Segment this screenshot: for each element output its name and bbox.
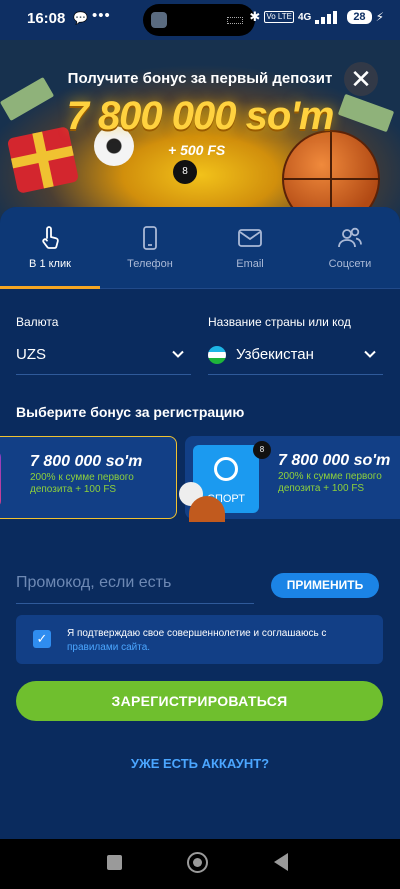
signal-icon (315, 10, 343, 24)
currency-value: UZS (16, 346, 46, 363)
site-rules-link[interactable]: правилами сайта. (67, 642, 150, 653)
tab-social[interactable]: Соцсети (300, 207, 400, 288)
screen: 16:08 💬 ••• ✱ Vo LTE 4G 28 ⚡ 8 Получите … (0, 0, 400, 889)
currency-label: Валюта (16, 315, 59, 329)
battery-level: 28 (347, 10, 372, 24)
system-nav-bar (0, 839, 400, 889)
checkmark-icon: ✓ (36, 631, 48, 646)
banner-free-spins: + 500 FS (168, 142, 226, 158)
bonus-description: 200% к сумме первого депозита + 100 FS (30, 472, 134, 495)
country-select[interactable]: Узбекистан (208, 335, 383, 375)
bonus-amount: 7 800 000 so'm (278, 452, 391, 469)
status-indicators: ✱ Vo LTE 4G 28 ⚡ (249, 9, 384, 25)
agreement-box: ✓ Я подтверждаю свое совершеннолетие и с… (16, 615, 383, 664)
status-time: 16:08 (27, 10, 66, 27)
tab-label: Телефон (127, 258, 173, 270)
banner-amount: 7 800 000 so'm (66, 94, 335, 138)
status-bar: 16:08 💬 ••• ✱ Vo LTE 4G 28 ⚡ (0, 0, 400, 40)
users-icon (338, 227, 362, 248)
bonus-title: Выберите бонус за регистрацию (16, 404, 245, 420)
tab-email[interactable]: Email (200, 207, 300, 288)
app-thumbnail-icon (151, 12, 167, 28)
uzbekistan-flag-icon (208, 345, 226, 364)
promo-placeholder: Промокод, если есть (16, 574, 172, 591)
tap-icon (42, 226, 59, 249)
billiard-ball-image: 8 (173, 160, 197, 184)
tab-phone[interactable]: Телефон (100, 207, 200, 288)
currency-select[interactable]: UZS (16, 335, 191, 375)
country-label: Название страны или код (208, 315, 351, 329)
close-button[interactable]: ✕ (344, 62, 378, 96)
bonus-card-sport[interactable]: СПОРТ 8 7 800 000 so'm 200% к сумме перв… (179, 436, 400, 522)
bonus-description: 200% к сумме первого депозита + 100 FS (278, 471, 382, 494)
audio-bars-icon (227, 17, 243, 24)
registration-panel: В 1 клик Телефон Email Соцсети Валюта UZ… (0, 207, 400, 839)
tab-label: Соцсети (328, 258, 372, 270)
tab-one-click[interactable]: В 1 клик (0, 207, 100, 289)
agreement-text: Я подтверждаю свое совершеннолетие и сог… (67, 627, 373, 655)
tab-label: В 1 клик (29, 258, 71, 270)
register-button[interactable]: ЗАРЕГИСТРИРОВАТЬСЯ (16, 681, 383, 721)
back-icon[interactable] (274, 853, 288, 871)
registration-tabs: В 1 клик Телефон Email Соцсети (0, 207, 400, 289)
chevron-down-icon (364, 350, 376, 358)
promo-banner: 8 Получите бонус за первый депозит 7 800… (0, 40, 400, 230)
promo-code-input[interactable]: Промокод, если есть (16, 570, 254, 604)
apply-promo-button[interactable]: ПРИМЕНИТЬ (271, 573, 379, 598)
network-type: 4G (297, 11, 312, 23)
billiard-ball-icon: 8 (253, 441, 271, 459)
dynamic-island (143, 4, 255, 36)
agreement-checkbox[interactable]: ✓ (33, 630, 51, 648)
agreement-statement: Я подтверждаю свое совершеннолетие и сог… (67, 628, 327, 639)
volte-badge: Vo LTE (264, 11, 294, 23)
have-account-link[interactable]: УЖЕ ЕСТЬ АККАУНТ? (0, 756, 400, 771)
tab-label: Email (236, 258, 264, 270)
chat-notification-icon: 💬 (73, 11, 88, 25)
casino-thumbnail-image (0, 451, 1, 507)
country-value: Узбекистан (236, 346, 314, 363)
bonus-card-casino[interactable]: 7 800 000 so'm 200% к сумме первого депо… (0, 436, 177, 519)
home-icon[interactable] (187, 852, 208, 873)
recent-apps-icon[interactable] (107, 855, 122, 870)
mail-icon (238, 229, 262, 247)
phone-icon (143, 226, 157, 250)
chevron-down-icon (172, 350, 184, 358)
bonus-amount: 7 800 000 so'm (30, 453, 143, 470)
close-icon: ✕ (350, 64, 372, 94)
soccer-ball-icon (214, 457, 238, 481)
banner-title: Получите бонус за первый депозит (67, 70, 333, 87)
more-notifications-icon: ••• (92, 7, 111, 24)
bluetooth-icon: ✱ (249, 9, 261, 24)
charging-icon: ⚡ (375, 10, 384, 24)
